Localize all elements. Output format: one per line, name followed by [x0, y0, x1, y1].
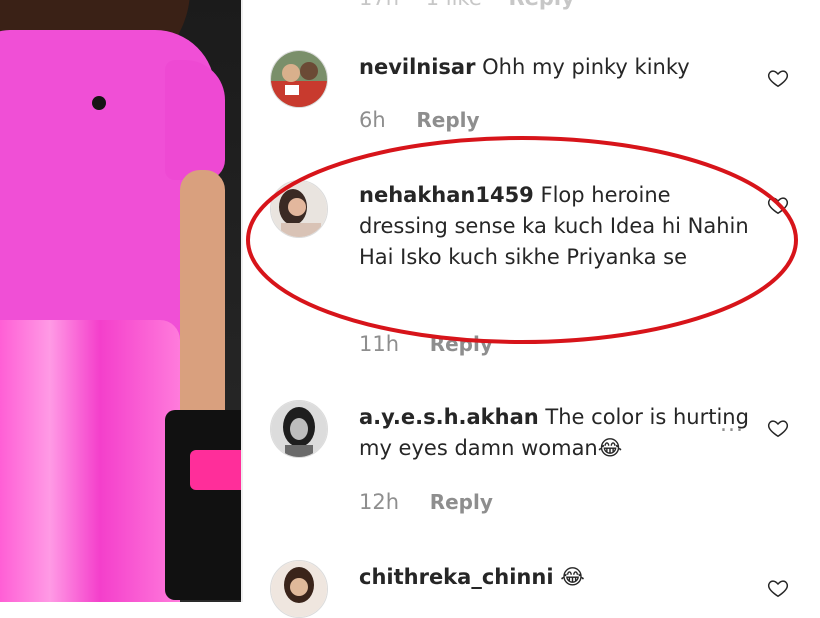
necklace-pendant-shape: [92, 96, 106, 110]
previous-comment-likes[interactable]: 1 like: [426, 0, 482, 10]
comment-text: chithreka_chinni 😂: [359, 562, 751, 593]
comment-meta: 12h Reply: [359, 490, 493, 514]
comment-username[interactable]: nevilnisar: [359, 55, 475, 79]
heart-icon[interactable]: [767, 417, 789, 439]
pink-sleeve-shape: [165, 60, 225, 180]
heart-icon[interactable]: [767, 67, 789, 89]
previous-comment-reply[interactable]: Reply: [508, 0, 574, 10]
reply-button[interactable]: Reply: [430, 490, 493, 514]
previous-comment-meta: 17h 1 like Reply: [359, 0, 575, 10]
comment-text: a.y.e.s.h.akhan The color is hurting my …: [359, 402, 751, 464]
previous-comment-time: 17h: [359, 0, 399, 10]
comment-username[interactable]: chithreka_chinni: [359, 565, 554, 589]
comment-body: 😂: [560, 565, 585, 589]
comment-body: Ohh my pinky kinky: [482, 55, 690, 79]
comment-text: nevilnisar Ohh my pinky kinky: [359, 52, 751, 83]
avatar[interactable]: [270, 400, 328, 458]
comment-time: 6h: [359, 108, 386, 132]
comment-time: 12h: [359, 490, 400, 514]
pink-leggings-shape: [0, 320, 180, 602]
panel-divider: [241, 0, 243, 602]
reply-button[interactable]: Reply: [416, 108, 479, 132]
bag-accent-shape: [190, 450, 241, 490]
black-bag-shape: [165, 410, 241, 600]
post-photo[interactable]: [0, 0, 241, 602]
comment-username[interactable]: a.y.e.s.h.akhan: [359, 405, 539, 429]
avatar[interactable]: [270, 50, 328, 108]
arm-shape: [180, 170, 225, 430]
comment-meta: 6h Reply: [359, 108, 480, 132]
avatar[interactable]: [270, 560, 328, 618]
more-options-icon[interactable]: ...: [720, 412, 744, 437]
red-highlight-ellipse: [246, 136, 798, 344]
heart-icon[interactable]: [767, 577, 789, 599]
